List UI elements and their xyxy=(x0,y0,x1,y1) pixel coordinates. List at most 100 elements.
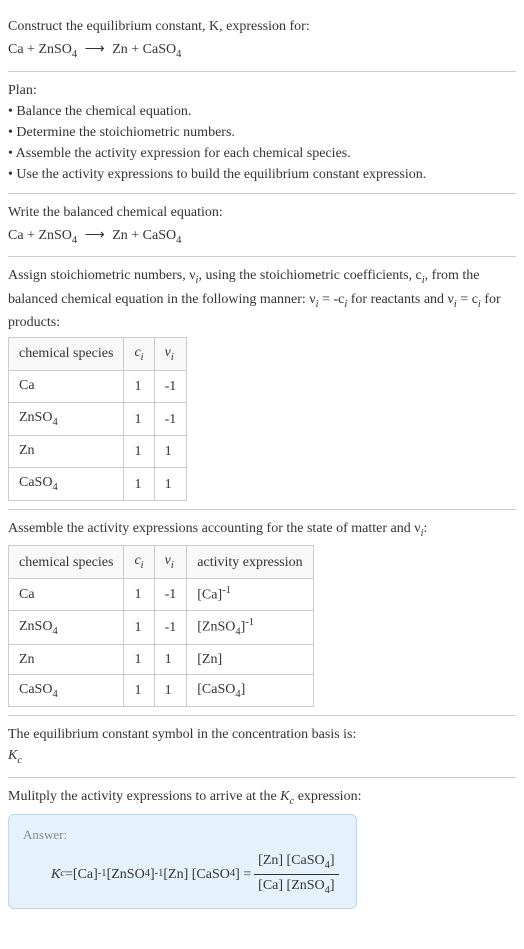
act-text: [ZnSO xyxy=(197,619,235,634)
species-sub: 4 xyxy=(52,417,57,428)
reactant-text: Ca + ZnSO xyxy=(8,42,72,57)
col-ci: ci xyxy=(124,546,154,579)
species-text: Zn xyxy=(19,443,35,458)
term-text: [Zn] [CaSO xyxy=(163,864,230,885)
kc-text: K xyxy=(51,864,60,885)
kc-text: K xyxy=(280,789,289,804)
multiply-text: expression: xyxy=(294,789,361,804)
intro-text: Construct the equilibrium constant, K, e… xyxy=(8,19,310,34)
term-sup: -1 xyxy=(155,866,164,882)
species-sub: 4 xyxy=(52,482,57,493)
act-sup: -1 xyxy=(222,585,231,596)
answer-label: Answer: xyxy=(23,825,342,845)
col-vi: νi xyxy=(154,338,187,371)
species-sub: 4 xyxy=(52,625,57,636)
cell-ci: 1 xyxy=(124,403,154,436)
cell-species: Ca xyxy=(9,579,124,611)
equals-text: = xyxy=(65,864,73,885)
vi-sub: i xyxy=(171,352,174,363)
cell-species: ZnSO4 xyxy=(9,403,124,436)
cell-activity: [ZnSO4]-1 xyxy=(187,610,313,644)
multiply-text: Mulitply the activity expressions to arr… xyxy=(8,789,280,804)
cell-species: Zn xyxy=(9,435,124,468)
kc-symbol: Kc xyxy=(8,745,516,769)
intro-equation: Ca + ZnSO4 ⟶ Zn + CaSO4 xyxy=(8,39,516,63)
table-row: CaSO4 1 1 xyxy=(9,468,187,501)
species-text: Ca xyxy=(19,378,35,393)
cell-species: CaSO4 xyxy=(9,674,124,707)
balanced-equation: Ca + ZnSO4 ⟶ Zn + CaSO4 xyxy=(8,225,516,249)
plan-section: Plan: Balance the chemical equation. Det… xyxy=(8,72,516,194)
term-text: [ZnSO xyxy=(107,864,145,885)
cell-vi: 1 xyxy=(154,674,187,707)
fraction-denominator: [Ca] [ZnSO4] xyxy=(254,875,338,899)
intro-section: Construct the equilibrium constant, K, e… xyxy=(8,8,516,72)
kc-sub: c xyxy=(17,755,22,766)
term-close: ] = xyxy=(235,864,251,885)
symbol-section: The equilibrium constant symbol in the c… xyxy=(8,716,516,778)
col-activity: activity expression xyxy=(187,546,313,579)
table-row: ZnSO4 1 -1 [ZnSO4]-1 xyxy=(9,610,314,644)
stoich-text: = c xyxy=(457,292,478,307)
table-header-row: chemical species ci νi xyxy=(9,338,187,371)
cell-species: Zn xyxy=(9,644,124,674)
table-row: Zn 1 1 xyxy=(9,435,187,468)
cell-ci: 1 xyxy=(124,579,154,611)
table-row: Ca 1 -1 [Ca]-1 xyxy=(9,579,314,611)
cell-ci: 1 xyxy=(124,468,154,501)
stoich-section: Assign stoichiometric numbers, νi, using… xyxy=(8,257,516,510)
arrow-icon: ⟶ xyxy=(85,225,105,246)
species-text: CaSO xyxy=(19,682,52,697)
species-text: CaSO xyxy=(19,475,52,490)
cell-vi: -1 xyxy=(154,370,187,403)
species-text: Zn xyxy=(19,652,35,667)
plan-item: Use the activity expressions to build th… xyxy=(8,164,516,185)
cell-activity: [Zn] xyxy=(187,644,313,674)
answer-expression: Kc = [Ca]-1 [ZnSO4]-1 [Zn] [CaSO4] = [Zn… xyxy=(23,850,342,898)
arrow-icon: ⟶ xyxy=(85,39,105,60)
plan-item: Balance the chemical equation. xyxy=(8,101,516,122)
fraction: [Zn] [CaSO4] [Ca] [ZnSO4] xyxy=(254,850,338,898)
act-text: [CaSO xyxy=(197,682,235,697)
product-text: Zn + CaSO xyxy=(112,42,176,57)
cell-ci: 1 xyxy=(124,370,154,403)
act-text: [Ca] xyxy=(197,588,222,603)
plan-item: Determine the stoichiometric numbers. xyxy=(8,122,516,143)
cell-ci: 1 xyxy=(124,610,154,644)
act-close: ] xyxy=(241,682,246,697)
balanced-sub: 4 xyxy=(176,234,181,245)
table-row: CaSO4 1 1 [CaSO4] xyxy=(9,674,314,707)
cell-species: CaSO4 xyxy=(9,468,124,501)
multiply-heading: Mulitply the activity expressions to arr… xyxy=(8,786,516,810)
stoich-text: for reactants and ν xyxy=(347,292,454,307)
stoich-table: chemical species ci νi Ca 1 -1 ZnSO4 1 -… xyxy=(8,337,187,501)
act-sup: -1 xyxy=(245,617,254,628)
activity-table: chemical species ci νi activity expressi… xyxy=(8,545,314,707)
col-ci: ci xyxy=(124,338,154,371)
cell-vi: 1 xyxy=(154,468,187,501)
species-text: Ca xyxy=(19,587,35,602)
ci-sub: i xyxy=(141,352,144,363)
multiply-section: Mulitply the activity expressions to arr… xyxy=(8,778,516,917)
fraction-numerator: [Zn] [CaSO4] xyxy=(254,850,338,875)
cell-vi: -1 xyxy=(154,403,187,436)
den-text: [Ca] [ZnSO xyxy=(258,878,325,893)
species-text: ZnSO xyxy=(19,619,52,634)
act-text: [Zn] xyxy=(197,652,222,667)
intro-line: Construct the equilibrium constant, K, e… xyxy=(8,16,516,37)
species-sub: 4 xyxy=(52,689,57,700)
activity-text: : xyxy=(424,521,428,536)
balanced-products: Zn + CaSO xyxy=(112,228,176,243)
num-close: ] xyxy=(330,853,335,868)
balanced-heading: Write the balanced chemical equation: xyxy=(8,202,516,223)
species-text: ZnSO xyxy=(19,410,52,425)
stoich-text: , using the stoichiometric coefficients,… xyxy=(198,268,421,283)
plan-item: Assemble the activity expression for eac… xyxy=(8,143,516,164)
stoich-heading: Assign stoichiometric numbers, νi, using… xyxy=(8,265,516,333)
plan-heading: Plan: xyxy=(8,80,516,101)
table-row: ZnSO4 1 -1 xyxy=(9,403,187,436)
cell-ci: 1 xyxy=(124,644,154,674)
table-row: Zn 1 1 [Zn] xyxy=(9,644,314,674)
reactant-sub: 4 xyxy=(72,49,77,60)
table-row: Ca 1 -1 xyxy=(9,370,187,403)
